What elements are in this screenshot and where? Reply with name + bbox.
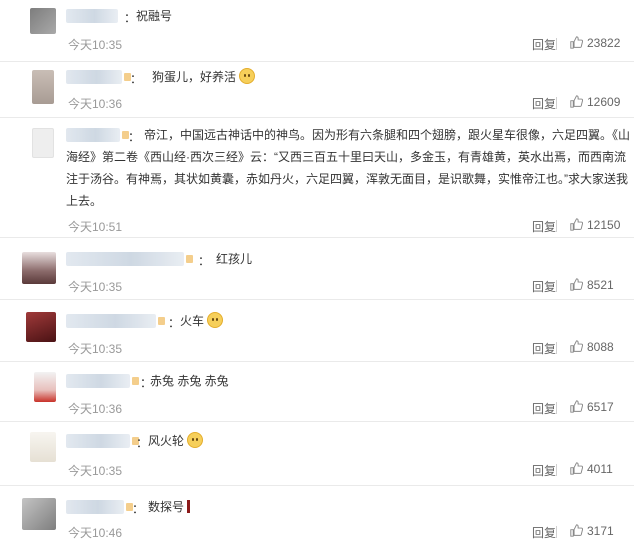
avatar[interactable]: [22, 252, 56, 284]
like-button[interactable]: 8521: [570, 278, 614, 292]
like-button[interactable]: 12609: [570, 95, 620, 109]
like-count: 8521: [587, 278, 614, 292]
comment-list: ： 祝融号 今天10:35 回复 23822 ： 狗蛋儿，好养活 今天10:36…: [0, 0, 634, 554]
avatar[interactable]: [30, 432, 56, 462]
smile-emoji-icon: [207, 312, 224, 328]
timestamp: 今天10:35: [68, 342, 123, 356]
reply-button[interactable]: 回复: [532, 218, 556, 235]
like-button[interactable]: 3171: [570, 524, 614, 538]
divider: [556, 97, 557, 109]
thumbs-up-icon: [570, 36, 583, 49]
timestamp: 今天10:46: [68, 526, 123, 540]
username[interactable]: [66, 434, 139, 448]
like-count: 6517: [587, 400, 614, 414]
avatar[interactable]: [30, 8, 56, 34]
comment-text: 火车: [180, 310, 224, 332]
username[interactable]: [66, 314, 165, 328]
comment-item: ： 赤兔 赤兔 赤兔 今天10:36 回复 6517: [0, 362, 634, 422]
colon-separator: ：: [168, 316, 181, 330]
comment-item: ： 风火轮 今天10:35 回复 4011: [0, 422, 634, 486]
thumbs-up-icon: [570, 340, 583, 353]
comment-text: 数探号: [148, 496, 191, 518]
comment-text: 赤兔 赤兔 赤兔: [150, 374, 229, 388]
comment-text: 风火轮: [148, 430, 204, 452]
like-button[interactable]: 8088: [570, 340, 614, 354]
comment-item: ： 红孩儿 今天10:35 回复 8521: [0, 238, 634, 300]
divider: [556, 342, 557, 354]
surprised-emoji-icon: [187, 432, 204, 448]
like-button[interactable]: 23822: [570, 36, 620, 50]
timestamp: 今天10:51: [68, 220, 123, 234]
divider: [556, 402, 557, 414]
username[interactable]: [66, 9, 118, 23]
divider: [556, 464, 557, 476]
comment-text-body: 数探号: [148, 500, 185, 514]
like-button[interactable]: 6517: [570, 400, 614, 414]
reply-button[interactable]: 回复: [532, 340, 556, 357]
username[interactable]: [66, 70, 131, 84]
reply-button[interactable]: 回复: [532, 95, 556, 112]
username[interactable]: [66, 252, 193, 266]
timestamp: 今天10:35: [68, 464, 123, 478]
reply-button[interactable]: 回复: [532, 36, 556, 53]
reply-button[interactable]: 回复: [532, 278, 556, 295]
like-count: 3171: [587, 524, 614, 538]
comment-item: ： 祝融号 今天10:35 回复 23822: [0, 0, 634, 62]
timestamp: 今天10:36: [68, 402, 123, 416]
smile-emoji-icon: [239, 68, 256, 84]
username[interactable]: [66, 500, 133, 514]
comment-item: ： 火车 今天10:35 回复 8088: [0, 300, 634, 362]
like-count: 8088: [587, 340, 614, 354]
colon-separator: ：: [132, 502, 145, 516]
divider: [556, 220, 557, 232]
reply-button[interactable]: 回复: [532, 524, 556, 541]
comment-item: ： 数探号 今天10:46 回复 3171: [0, 486, 634, 554]
red-marker-icon: [187, 500, 191, 513]
colon-separator: ：: [136, 436, 149, 450]
comment-text: 红孩儿: [216, 252, 253, 266]
divider: [556, 526, 557, 538]
like-button[interactable]: 12150: [570, 218, 620, 232]
username[interactable]: [66, 374, 139, 388]
thumbs-up-icon: [570, 524, 583, 537]
reply-button[interactable]: 回复: [532, 400, 556, 417]
comment-text: 帝江，中国远古神话中的神鸟。因为形有六条腿和四个翅膀，跟火星车很像，六足四翼。《…: [66, 128, 631, 208]
thumbs-up-icon: [570, 218, 583, 231]
avatar[interactable]: [26, 312, 56, 342]
reply-button[interactable]: 回复: [532, 462, 556, 479]
colon-separator: ：: [198, 254, 211, 268]
avatar[interactable]: [32, 128, 54, 158]
comment-item: ： 帝江，中国远古神话中的神鸟。因为形有六条腿和四个翅膀，跟火星车很像，六足四翼…: [0, 118, 634, 238]
like-count: 12150: [587, 218, 621, 232]
thumbs-up-icon: [570, 95, 583, 108]
like-count: 12609: [587, 95, 621, 109]
timestamp: 今天10:35: [68, 280, 123, 294]
colon-separator: ：: [130, 72, 143, 86]
comment-text-body: 狗蛋儿，好养活: [152, 70, 237, 84]
avatar[interactable]: [32, 70, 54, 104]
avatar[interactable]: [34, 372, 56, 402]
like-count: 4011: [587, 462, 613, 476]
comment-text: 狗蛋儿，好养活: [152, 66, 256, 88]
thumbs-up-icon: [570, 278, 583, 291]
comment-text: 祝融号: [136, 9, 173, 23]
comment-text-body: 风火轮: [148, 434, 185, 448]
comment-text-body: 火车: [180, 314, 205, 328]
comment-item: ： 狗蛋儿，好养活 今天10:36 回复 12609: [0, 62, 634, 118]
like-count: 23822: [587, 36, 621, 50]
timestamp: 今天10:36: [68, 97, 123, 111]
divider: [556, 280, 557, 292]
thumbs-up-icon: [570, 400, 583, 413]
timestamp: 今天10:35: [68, 38, 123, 52]
colon-separator: ：: [124, 11, 137, 25]
divider: [556, 38, 557, 50]
like-button[interactable]: 4011: [570, 462, 613, 476]
avatar[interactable]: [22, 498, 56, 530]
thumbs-up-icon: [570, 462, 583, 475]
